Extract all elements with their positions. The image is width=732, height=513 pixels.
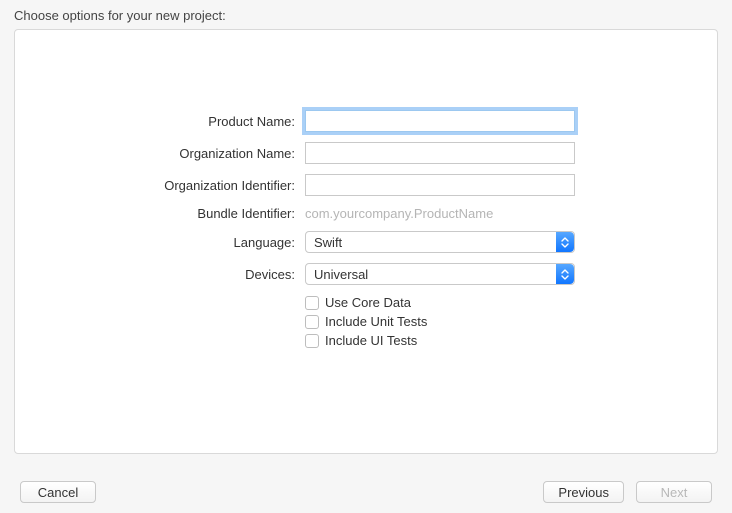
org-id-input[interactable] bbox=[305, 174, 575, 196]
devices-select[interactable]: Universal bbox=[305, 263, 575, 285]
devices-label: Devices: bbox=[15, 267, 305, 282]
content-panel: Product Name: Organization Name: Organiz… bbox=[14, 29, 718, 454]
use-core-data-checkbox[interactable] bbox=[305, 296, 319, 310]
next-button[interactable]: Next bbox=[636, 481, 712, 503]
bundle-id-value: com.yourcompany.ProductName bbox=[305, 204, 493, 223]
org-name-input[interactable] bbox=[305, 142, 575, 164]
devices-selected: Universal bbox=[314, 267, 368, 282]
dialog-header: Choose options for your new project: bbox=[0, 0, 732, 29]
product-name-input[interactable] bbox=[305, 110, 575, 132]
language-selected: Swift bbox=[314, 235, 342, 250]
previous-button[interactable]: Previous bbox=[543, 481, 624, 503]
cancel-button[interactable]: Cancel bbox=[20, 481, 96, 503]
bundle-id-label: Bundle Identifier: bbox=[15, 206, 305, 221]
updown-icon bbox=[556, 232, 574, 252]
button-bar: Cancel Previous Next bbox=[0, 481, 732, 503]
product-name-label: Product Name: bbox=[15, 114, 305, 129]
include-unit-tests-checkbox[interactable] bbox=[305, 315, 319, 329]
org-id-label: Organization Identifier: bbox=[15, 178, 305, 193]
use-core-data-label: Use Core Data bbox=[325, 295, 411, 310]
updown-icon bbox=[556, 264, 574, 284]
include-ui-tests-checkbox[interactable] bbox=[305, 334, 319, 348]
include-ui-tests-label: Include UI Tests bbox=[325, 333, 417, 348]
language-label: Language: bbox=[15, 235, 305, 250]
language-select[interactable]: Swift bbox=[305, 231, 575, 253]
dialog-title: Choose options for your new project: bbox=[14, 8, 226, 23]
org-name-label: Organization Name: bbox=[15, 146, 305, 161]
include-unit-tests-label: Include Unit Tests bbox=[325, 314, 427, 329]
